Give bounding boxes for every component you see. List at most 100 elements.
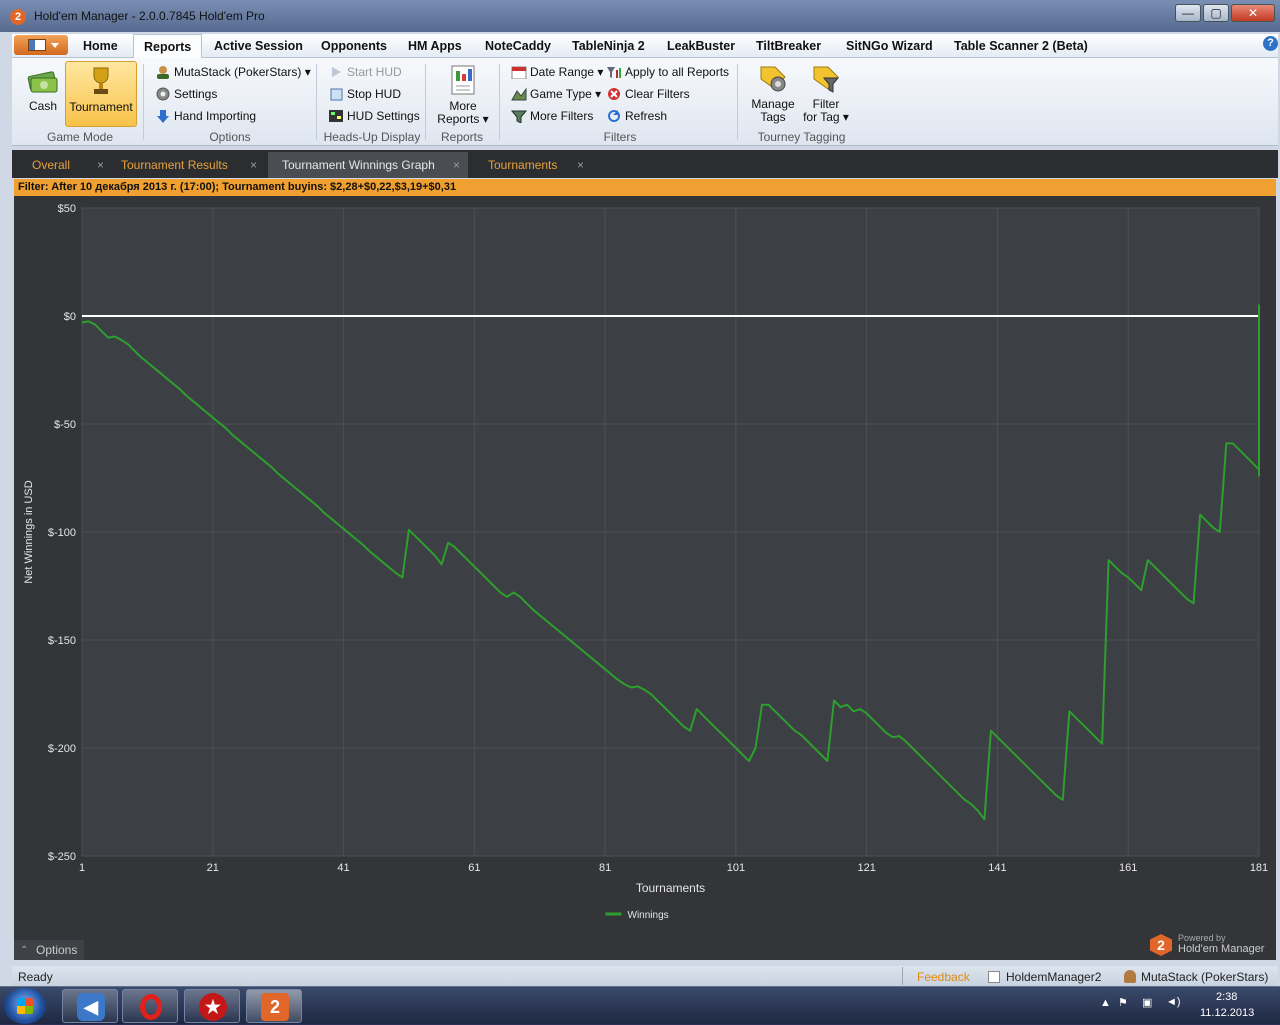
chart-panel: 1 21 41 61 81 101 121 141 161 181 $50 $0 $-50 $-100 $-… [14, 196, 1276, 960]
apply-all-icon [607, 67, 621, 78]
x-tick-label: 141 [988, 862, 1006, 874]
menu-home[interactable]: Home [73, 34, 128, 58]
menu-table-scanner[interactable]: Table Scanner 2 (Beta) [944, 34, 1098, 58]
tab-overall[interactable]: Overall × [22, 152, 112, 178]
player-icon [157, 66, 169, 79]
filter-bar: Filter: After 10 декабря 2013 г. (17:00)… [14, 179, 1276, 196]
cash-button[interactable]: Cash [22, 64, 64, 124]
clear-icon [608, 88, 620, 100]
filter-icon [511, 110, 527, 123]
y-tick-label: $-200 [48, 743, 76, 755]
stop-hud-button[interactable]: Stop HUD [328, 84, 401, 104]
refresh-button[interactable]: Refresh [606, 106, 667, 126]
help-icon[interactable]: ? [1263, 36, 1278, 51]
taskbar-opera[interactable] [122, 989, 178, 1023]
taskbar-holdem-manager[interactable]: 2 [246, 989, 302, 1023]
filter-for-tag-button[interactable]: Filter for Tag ▾ [800, 64, 852, 124]
date-range-button[interactable]: Date Range ▾ [511, 62, 603, 82]
stop-hud-label: Stop HUD [347, 87, 402, 101]
tab-tournament-winnings-graph[interactable]: Tournament Winnings Graph × [268, 152, 468, 178]
menu-opponents[interactable]: Opponents [311, 34, 397, 58]
game-type-button[interactable]: Game Type ▾ [511, 84, 601, 104]
menu-hm-apps[interactable]: HM Apps [398, 34, 472, 58]
window-title: Hold'em Manager - 2.0.0.7845 Hold'em Pro [34, 9, 265, 23]
play-icon [332, 67, 341, 77]
hud-group-label: Heads-Up Display [323, 130, 421, 144]
hud-settings-button[interactable]: HUD Settings [328, 106, 420, 126]
tab-tournaments[interactable]: Tournaments × [478, 152, 592, 178]
system-tray: ▲ ⚑ ▣ ◄) 2:38 11.12.2013 [1096, 987, 1280, 1025]
hand-importing-button[interactable]: Hand Importing [155, 106, 256, 126]
tab-tournament-results[interactable]: Tournament Results × [111, 152, 265, 178]
tray-expand-icon[interactable]: ▲ [1100, 997, 1111, 1009]
menu-active-session[interactable]: Active Session [204, 34, 313, 58]
settings-button[interactable]: Settings [155, 84, 217, 104]
apply-all-reports-button[interactable]: Apply to all Reports [606, 62, 729, 82]
options-toggle-button[interactable]: Options [14, 940, 84, 961]
minimize-button[interactable]: — [1175, 4, 1201, 22]
close-button[interactable]: ✕ [1231, 4, 1275, 22]
gear-icon [156, 87, 170, 101]
status-database[interactable]: HoldemManager2 [1006, 966, 1101, 986]
x-tick-label: 181 [1250, 862, 1268, 874]
menu-leakbuster[interactable]: LeakBuster [657, 34, 745, 58]
hm-logo-icon: 2 [1150, 934, 1172, 956]
more-reports-button[interactable]: More Reports ▾ [435, 64, 491, 126]
menu-sitngo-wizard[interactable]: SitNGo Wizard [836, 34, 943, 58]
start-hud-button[interactable]: Start HUD [328, 62, 402, 82]
pokerstars-icon: ★ [199, 993, 227, 1021]
y-tick-label: $-100 [48, 527, 76, 539]
menu-notecaddy[interactable]: NoteCaddy [475, 34, 561, 58]
player-icon [1124, 970, 1136, 983]
manage-tags-button[interactable]: Manage Tags [747, 64, 799, 124]
clear-filters-button[interactable]: Clear Filters [606, 84, 690, 104]
refresh-label: Refresh [625, 109, 668, 123]
feedback-link[interactable]: Feedback [917, 966, 970, 986]
status-player[interactable]: MutaStack (PokerStars) [1141, 966, 1268, 986]
start-hud-label: Start HUD [347, 65, 402, 79]
flag-icon[interactable]: ⚑ [1118, 996, 1128, 1009]
game-type-icon [511, 87, 527, 101]
maximize-button[interactable]: ▢ [1203, 4, 1229, 22]
x-tick-label: 61 [468, 862, 480, 874]
tab-close-icon[interactable]: × [97, 152, 104, 178]
taskbar: ◀ ★ 2 ▲ ⚑ ▣ ◄) 2:38 11.12.2013 [0, 986, 1280, 1024]
menu-tiltbreaker[interactable]: TiltBreaker [746, 34, 831, 58]
menu-reports[interactable]: Reports [133, 34, 203, 59]
player-selector[interactable]: MutaStack (PokerStars) ▾ [155, 62, 311, 82]
network-icon[interactable]: ▣ [1142, 996, 1152, 1009]
menu-tableninja[interactable]: TableNinja 2 [562, 34, 655, 58]
menu-bar: Home Reports Active Session Opponents HM… [12, 34, 1278, 59]
hud-icon [329, 110, 343, 122]
app-logo-icon: 2 [10, 9, 26, 25]
apply-all-label: Apply to all Reports [625, 65, 730, 79]
tournament-button[interactable]: Tournament [65, 61, 137, 127]
tab-close-icon[interactable]: × [250, 152, 257, 178]
hm-icon: 2 [261, 993, 289, 1021]
reports-group-label: Reports [440, 130, 484, 144]
taskbar-speaker-app[interactable]: ◀ [62, 989, 118, 1023]
more-filters-button[interactable]: More Filters [511, 106, 593, 126]
y-axis-label: Net Winnings in USD [23, 480, 35, 583]
tab-label: Tournaments [488, 158, 558, 172]
x-tick-label: 161 [1119, 862, 1137, 874]
calendar-icon [511, 66, 527, 79]
tournament-label: Tournament [69, 100, 133, 114]
tab-label: Tournament Winnings Graph [282, 158, 435, 172]
options-bar: Options [14, 940, 1276, 961]
hud-settings-label: HUD Settings [347, 109, 420, 123]
app-menu-icon [28, 39, 46, 51]
tab-close-icon[interactable]: × [577, 152, 584, 178]
taskbar-pokerstars[interactable]: ★ [184, 989, 240, 1023]
tab-close-icon[interactable]: × [453, 152, 460, 178]
x-tick-label: 121 [857, 862, 875, 874]
app-menu-button[interactable] [14, 35, 68, 55]
volume-icon[interactable]: ◄) [1166, 996, 1181, 1008]
cash-icon [27, 71, 58, 93]
clock-time[interactable]: 2:38 [1216, 991, 1237, 1003]
stop-icon [330, 88, 343, 101]
start-button[interactable] [4, 988, 46, 1024]
player-label: MutaStack (PokerStars) [174, 65, 302, 79]
clock-date[interactable]: 11.12.2013 [1200, 1007, 1254, 1019]
powered-by-brand: Hold'em Manager [1178, 943, 1265, 955]
